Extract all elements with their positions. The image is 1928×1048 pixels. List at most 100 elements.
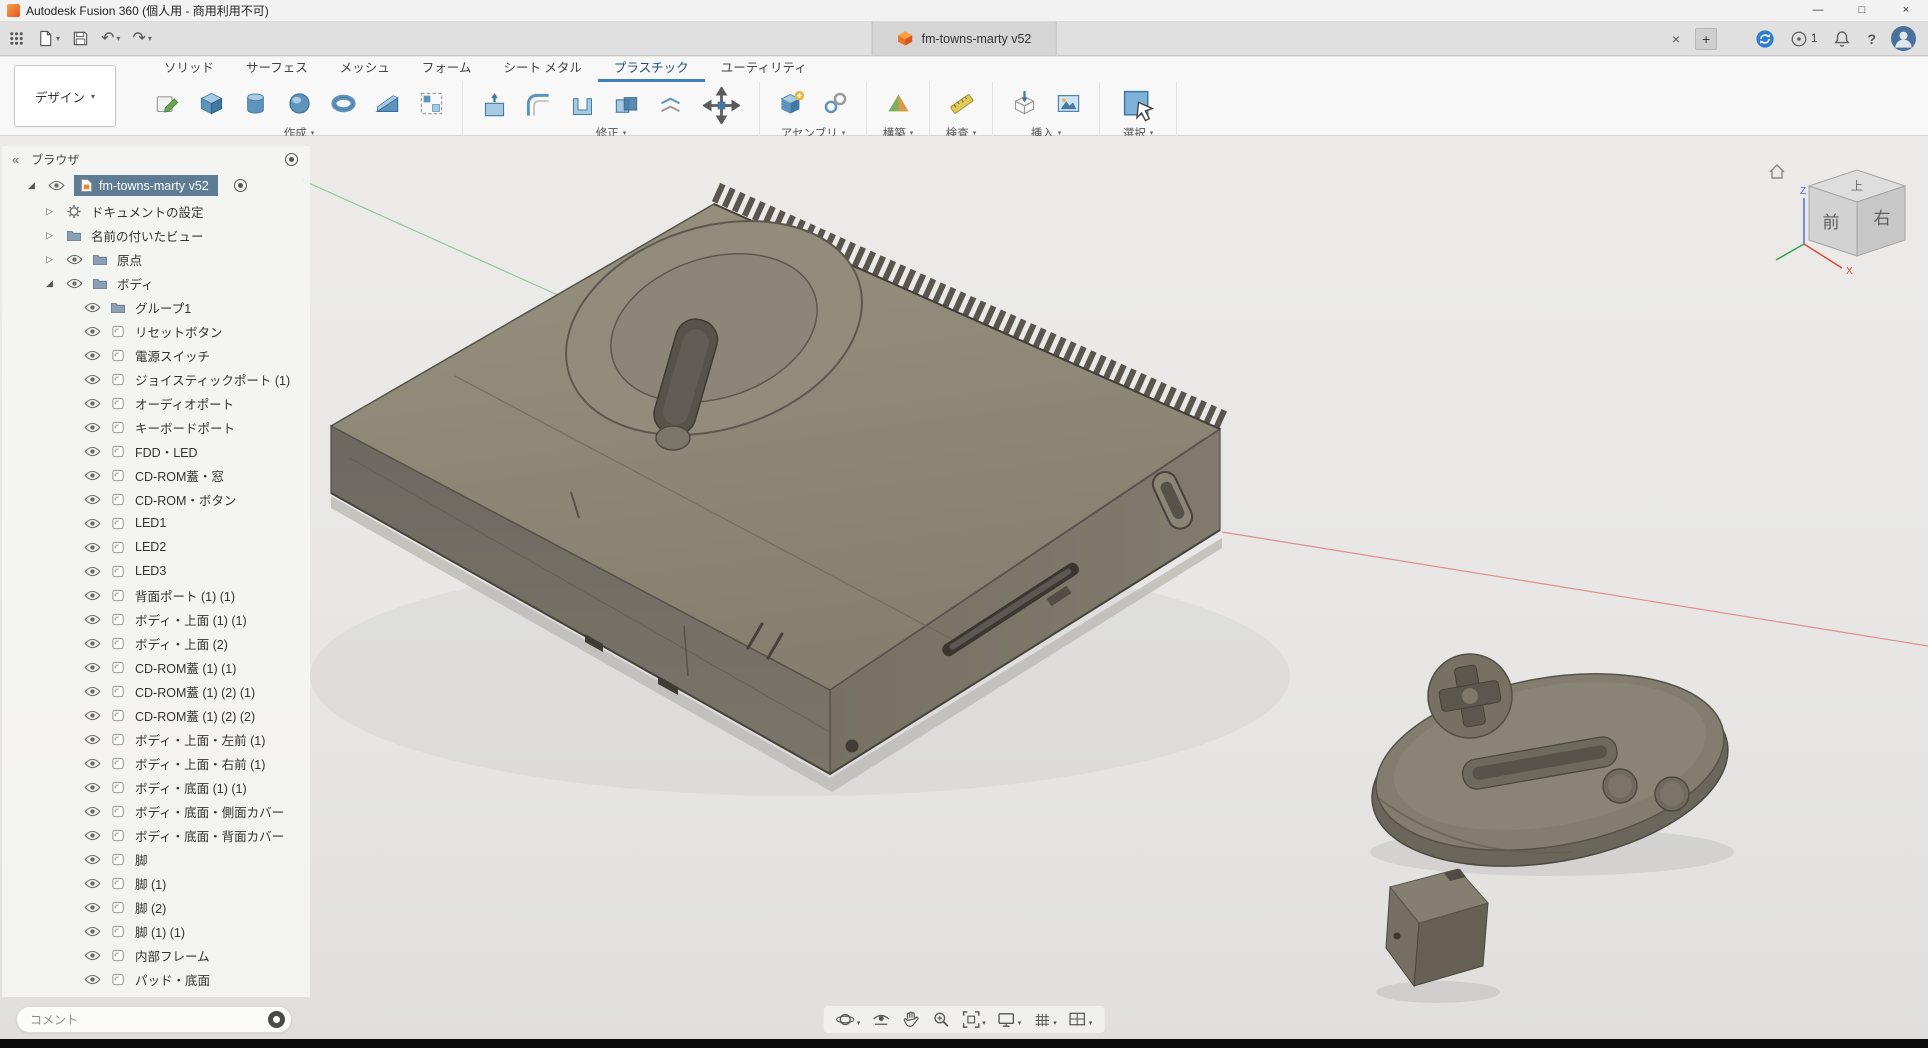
expand-collapsed-icon[interactable]: ▷ (46, 254, 60, 265)
close-window-button[interactable]: × (1884, 0, 1928, 21)
move-copy-icon[interactable] (696, 85, 746, 125)
document-tab[interactable]: fm-towns-marty v52 (872, 22, 1057, 55)
tree-item[interactable]: CD-ROM蓋・窓 (2, 463, 310, 487)
save-icon[interactable] (72, 30, 89, 47)
undo-icon[interactable]: ↶▾ (101, 31, 120, 47)
visibility-eye-icon[interactable] (84, 662, 104, 673)
tree-item[interactable]: ▷原点 (2, 247, 310, 271)
look-at-icon[interactable] (871, 1010, 890, 1029)
visibility-eye-icon[interactable] (84, 302, 104, 313)
visibility-eye-icon[interactable] (84, 422, 104, 433)
bell-icon[interactable] (1832, 29, 1852, 49)
insert-derive-icon[interactable] (1006, 85, 1042, 121)
tree-item[interactable]: ▷ドキュメントの設定 (2, 199, 310, 223)
tree-item[interactable]: キーボードポート (2, 415, 310, 439)
viewcube-home-icon[interactable] (1770, 165, 1784, 178)
ribbon-tab-sheet-metal[interactable]: シート メタル (487, 53, 597, 82)
browser-display-toggle-icon[interactable] (285, 153, 298, 166)
visibility-eye-icon[interactable] (84, 398, 104, 409)
new-document-tab-button[interactable]: + (1695, 28, 1717, 50)
tree-item[interactable]: 脚 (2, 847, 310, 871)
primitive-box-icon[interactable] (193, 85, 229, 121)
tree-item[interactable]: リセットボタン (2, 319, 310, 343)
gamepad-model[interactable] (1357, 649, 1742, 892)
visibility-eye-icon[interactable] (84, 902, 104, 913)
tree-item[interactable]: ボディ・上面・右前 (1) (2, 751, 310, 775)
orbit-icon[interactable]: ▾ (836, 1010, 861, 1029)
view-cube[interactable]: 上 前 右 Z X (1762, 150, 1914, 292)
app-launcher-icon[interactable] (8, 30, 25, 47)
expand-expanded-icon[interactable]: ◢ (46, 278, 60, 289)
visibility-eye-icon[interactable] (84, 518, 104, 529)
close-document-tab-icon[interactable]: × (1672, 31, 1680, 47)
file-menu-icon[interactable]: ▾ (37, 30, 60, 47)
visibility-eye-icon[interactable] (84, 854, 104, 865)
primitive-cylinder-icon[interactable] (237, 85, 273, 121)
expand-collapsed-icon[interactable]: ▷ (46, 230, 60, 241)
tree-item[interactable]: 脚 (1) (1) (2, 919, 310, 943)
browser-collapse-icon[interactable]: « (12, 152, 19, 167)
visibility-eye-icon[interactable] (84, 350, 104, 361)
tree-item[interactable]: CD-ROM・ボタン (2, 487, 310, 511)
tree-item[interactable]: ボディ・上面 (1) (1) (2, 607, 310, 631)
ribbon-tab-utilities[interactable]: ユーティリティ (705, 53, 823, 82)
comment-marker-icon[interactable] (268, 1011, 285, 1028)
tree-item[interactable]: オーディオポート (2, 391, 310, 415)
press-pull-icon[interactable] (476, 87, 512, 123)
combine-icon[interactable] (608, 87, 644, 123)
canvas-icon[interactable] (1050, 85, 1086, 121)
tree-item[interactable]: 脚 (1) (2, 871, 310, 895)
tree-item[interactable]: 背面ポート (1) (1) (2, 583, 310, 607)
visibility-eye-icon[interactable] (84, 758, 104, 769)
ribbon-tab-plastic[interactable]: プラスチック (598, 53, 705, 82)
job-status-icon[interactable] (1755, 29, 1775, 49)
visibility-eye-icon[interactable] (84, 782, 104, 793)
tree-item[interactable]: CD-ROM蓋 (1) (2) (2) (2, 703, 310, 727)
tree-item[interactable]: CD-ROM蓋 (1) (1) (2, 655, 310, 679)
construction-plane-icon[interactable] (880, 85, 916, 121)
ribbon-tab-solid[interactable]: ソリッド (148, 53, 230, 82)
visibility-eye-icon[interactable] (84, 590, 104, 601)
visibility-eye-icon[interactable] (84, 614, 104, 625)
visibility-eye-icon[interactable] (84, 974, 104, 985)
shell-icon[interactable] (564, 87, 600, 123)
tree-item[interactable]: ◢ボディ (2, 271, 310, 295)
visibility-eye-icon[interactable] (84, 926, 104, 937)
visibility-eye-icon[interactable] (66, 278, 86, 289)
visibility-eye-icon[interactable] (84, 806, 104, 817)
visibility-eye-icon[interactable] (84, 950, 104, 961)
ribbon-tab-form[interactable]: フォーム (406, 53, 488, 82)
create-sketch-icon[interactable] (149, 85, 185, 121)
visibility-eye-icon[interactable] (84, 326, 104, 337)
new-component-icon[interactable] (773, 85, 809, 121)
3d-viewport[interactable]: « ブラウザ ◢ fm-towns-marty v52 ▷ドキュメントの設定▷名… (0, 136, 1928, 1039)
tree-item[interactable]: グループ1 (2, 295, 310, 319)
visibility-eye-icon[interactable] (84, 734, 104, 745)
tree-item[interactable]: ボディ・底面 (1) (1) (2, 775, 310, 799)
ribbon-tab-mesh[interactable]: メッシュ (324, 53, 406, 82)
cartridge-model[interactable] (1376, 869, 1500, 1003)
visibility-eye-icon[interactable] (84, 542, 104, 553)
primitive-torus-icon[interactable] (325, 85, 361, 121)
visibility-eye-icon[interactable] (84, 494, 104, 505)
visibility-eye-icon[interactable] (84, 446, 104, 457)
tree-item[interactable]: パッド・底面 (2, 967, 310, 991)
joint-icon[interactable] (817, 85, 853, 121)
comment-input[interactable] (30, 1013, 268, 1027)
visibility-eye-icon[interactable] (84, 830, 104, 841)
tree-item[interactable]: ボディ・底面・側面カバー (2, 799, 310, 823)
tree-item[interactable]: LED1 (2, 511, 310, 535)
console-model[interactable] (310, 185, 1290, 796)
tree-item[interactable]: ボディ・底面・背面カバー (2, 823, 310, 847)
grid-snaps-icon[interactable]: ▾ (1032, 1010, 1057, 1029)
primitive-sphere-icon[interactable] (281, 85, 317, 121)
measure-icon[interactable] (943, 85, 979, 121)
visibility-eye-icon[interactable] (84, 686, 104, 697)
expand-collapsed-icon[interactable]: ▷ (46, 206, 60, 217)
pan-icon[interactable] (901, 1010, 920, 1029)
ribbon-tab-surface[interactable]: サーフェス (230, 53, 324, 82)
visibility-eye-icon[interactable] (66, 254, 86, 265)
visibility-eye-icon[interactable] (84, 638, 104, 649)
visibility-eye-icon[interactable] (84, 374, 104, 385)
expand-expanded-icon[interactable]: ◢ (28, 180, 42, 191)
